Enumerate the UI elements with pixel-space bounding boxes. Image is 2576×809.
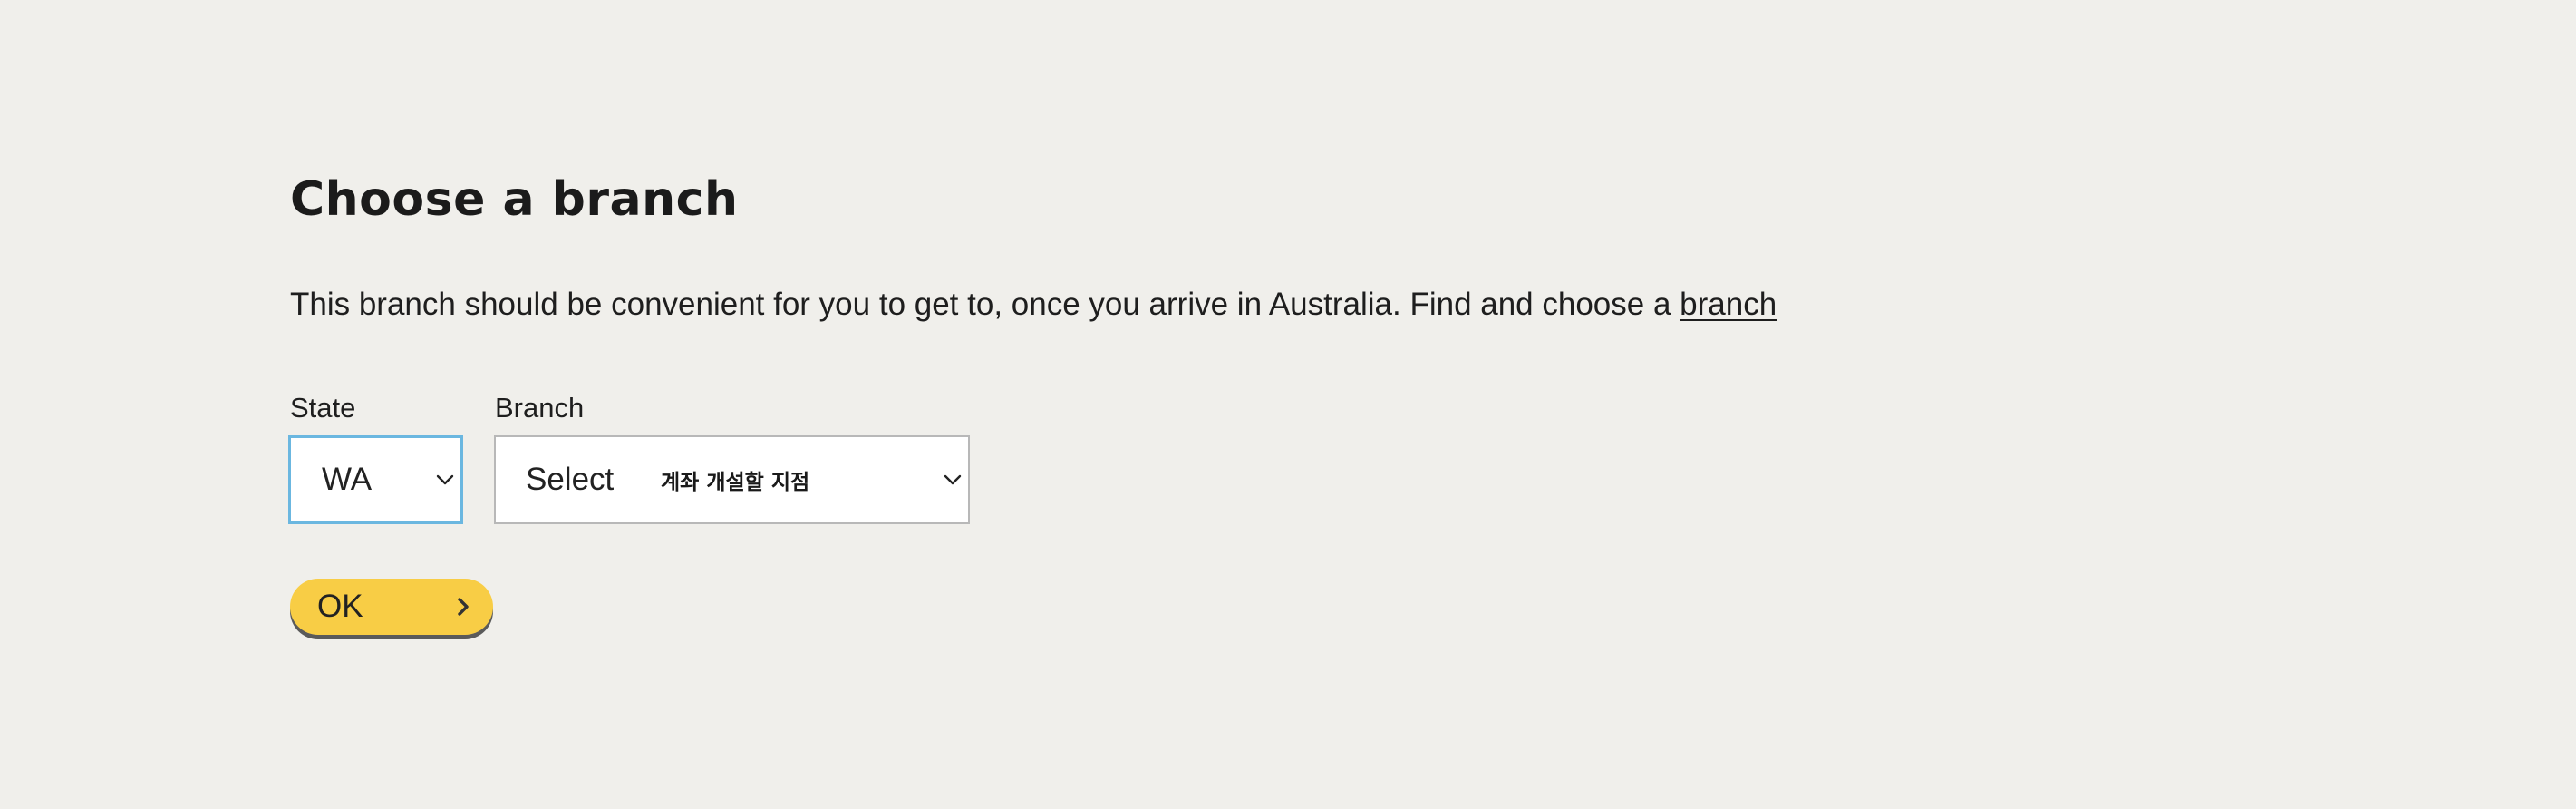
ok-button-label: OK bbox=[317, 589, 363, 624]
state-selected-value: WA bbox=[322, 462, 373, 497]
chevron-right-icon bbox=[458, 598, 469, 616]
chevron-down-icon bbox=[436, 474, 454, 485]
branch-link[interactable]: branch bbox=[1680, 287, 1777, 322]
branch-hint-text: 계좌 개설할 지점 bbox=[661, 471, 810, 494]
ok-button[interactable]: OK bbox=[290, 579, 493, 635]
page-title: Choose a branch bbox=[290, 172, 739, 227]
branch-select[interactable]: Select 계좌 개설할 지점 bbox=[494, 435, 970, 524]
intro-text: This branch should be convenient for you… bbox=[290, 284, 1777, 326]
branch-label: Branch bbox=[495, 392, 585, 424]
state-select[interactable]: WA bbox=[288, 435, 463, 524]
state-label: State bbox=[290, 392, 356, 424]
chevron-down-icon bbox=[944, 474, 962, 485]
branch-selected-value: Select bbox=[526, 462, 615, 497]
intro-text-body: This branch should be convenient for you… bbox=[290, 287, 1680, 322]
